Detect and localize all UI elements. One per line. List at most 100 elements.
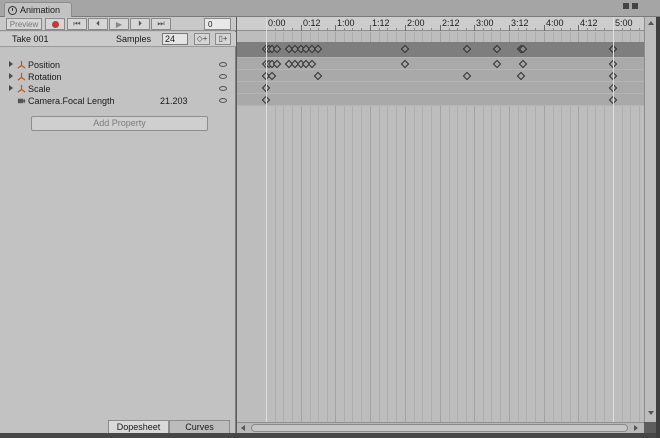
add-event-button[interactable]: ▯+	[215, 33, 231, 45]
expand-arrow-icon[interactable]	[9, 61, 13, 67]
record-icon	[51, 20, 59, 28]
property-row-scale[interactable]: Scale	[0, 83, 236, 95]
samples-field[interactable]: 24	[162, 33, 188, 45]
ruler-minor-tick	[622, 28, 623, 31]
playhead-line[interactable]	[266, 17, 267, 422]
clock-icon	[8, 5, 17, 15]
ruler-tick	[509, 25, 510, 31]
ruler-label: 1:12	[372, 18, 390, 28]
skip-end-icon: ⏭	[157, 19, 165, 28]
keyframe-diamond[interactable]	[272, 59, 282, 69]
focal-length-keyframe-row[interactable]	[237, 94, 644, 106]
last-key-button[interactable]: ⏭	[151, 18, 171, 30]
ruler-minor-tick	[553, 28, 554, 31]
toggle-visibility-icon[interactable]	[219, 62, 227, 67]
tab-animation-label: Animation	[20, 5, 61, 15]
first-key-button[interactable]: ⏮	[67, 18, 87, 30]
ruler-tick	[440, 25, 441, 31]
keyframe-diamond[interactable]	[400, 44, 410, 54]
ruler-tick	[578, 25, 579, 31]
ruler-minor-tick	[283, 28, 284, 31]
samples-label: Samples	[116, 34, 152, 44]
transform-icon	[17, 72, 26, 81]
time-ruler[interactable]: 0:00 0:12 1:00 1:12 2:00 2:12 3:00 3:12 4:00 4:12…	[237, 17, 644, 31]
keyframe-diamond[interactable]	[272, 44, 282, 54]
ruler-minor-tick	[491, 28, 492, 31]
expand-arrow-icon[interactable]	[9, 85, 13, 91]
tab-dopesheet[interactable]: Dopesheet	[108, 420, 169, 434]
scroll-down-icon[interactable]	[648, 411, 654, 415]
ruler-tick	[301, 25, 302, 31]
keyframe-diamond[interactable]	[516, 71, 525, 81]
ruler-minor-tick	[396, 28, 397, 31]
tab-curves[interactable]: Curves	[169, 420, 230, 434]
window-edge	[0, 433, 656, 438]
frame-field[interactable]: 0	[204, 18, 231, 30]
keyframe-diamond[interactable]	[313, 44, 323, 54]
ruler-minor-tick	[570, 28, 571, 31]
rotation-keyframe-row[interactable]	[237, 70, 644, 82]
ruler-minor-tick	[414, 28, 415, 31]
preview-button[interactable]: Preview	[6, 18, 42, 30]
transform-icon	[17, 84, 26, 93]
next-key-button[interactable]: ⏵	[130, 18, 150, 30]
play-icon: ▶	[115, 19, 123, 29]
ruler-minor-tick	[318, 28, 319, 31]
toggle-visibility-icon[interactable]	[219, 74, 227, 79]
keyframe-diamond[interactable]	[400, 59, 410, 69]
step-back-icon: ⏴	[96, 19, 100, 28]
horizontal-scroll-thumb[interactable]	[251, 424, 628, 432]
property-name: Position	[28, 60, 61, 70]
toggle-visibility-icon[interactable]	[219, 98, 227, 103]
ruler-label: 0:00	[268, 18, 286, 28]
toggle-visibility-icon[interactable]	[219, 86, 227, 91]
ruler-minor-tick	[518, 28, 519, 31]
scroll-right-icon[interactable]	[634, 425, 638, 431]
position-keyframe-row[interactable]	[237, 58, 644, 70]
keyframe-diamond[interactable]	[267, 71, 276, 81]
add-event-icon: ▯+	[218, 34, 228, 43]
property-row-focal-length[interactable]: Camera.Focal Length 21.203	[0, 95, 236, 107]
ruler-label: 0:12	[303, 18, 321, 28]
property-name: Camera.Focal Length	[28, 96, 115, 106]
ruler-minor-tick	[639, 28, 640, 31]
property-panel: Preview ⏮ ⏴ ▶ ⏵ ⏭ 0 Take 001 Samples 24 …	[0, 17, 236, 438]
keyframe-diamond[interactable]	[492, 59, 502, 69]
summary-row[interactable]	[237, 42, 644, 58]
property-row-rotation[interactable]: Rotation	[0, 71, 236, 83]
menu-icon[interactable]	[632, 3, 638, 9]
ruler-label: 4:00	[546, 18, 564, 28]
expand-arrow-icon[interactable]	[9, 73, 13, 79]
scroll-up-icon[interactable]	[648, 21, 654, 25]
ruler-minor-tick	[352, 28, 353, 31]
keyframe-diamond[interactable]	[492, 44, 502, 54]
ruler-minor-tick	[449, 28, 450, 31]
keyframe-diamond[interactable]	[463, 71, 472, 81]
tab-animation[interactable]: Animation	[4, 2, 72, 17]
window-controls	[623, 3, 638, 9]
prev-key-button[interactable]: ⏴	[88, 18, 108, 30]
property-row-position[interactable]: Position	[0, 59, 236, 71]
keyframe-diamond[interactable]	[519, 59, 528, 69]
horizontal-scrollbar[interactable]	[237, 422, 644, 433]
ruler-minor-tick	[526, 28, 527, 31]
dopesheet-area[interactable]: 0:00 0:12 1:00 1:12 2:00 2:12 3:00 3:12 4:00 4:12…	[237, 17, 644, 438]
ruler-minor-tick	[457, 28, 458, 31]
lock-icon[interactable]	[623, 3, 629, 9]
property-value[interactable]: 21.203	[160, 96, 188, 106]
play-button[interactable]: ▶	[109, 18, 129, 30]
scroll-left-icon[interactable]	[241, 425, 245, 431]
keyframe-diamond[interactable]	[313, 71, 323, 81]
ruler-tick	[474, 25, 475, 31]
add-property-button[interactable]: Add Property	[31, 116, 208, 131]
keyframe-diamond[interactable]	[308, 59, 317, 69]
record-button[interactable]	[45, 18, 65, 30]
clip-selector[interactable]: Take 001	[12, 34, 49, 44]
keyframe-diamond[interactable]	[463, 44, 472, 54]
ruler-tick	[544, 25, 545, 31]
vertical-scrollbar[interactable]	[644, 17, 656, 422]
scale-keyframe-row[interactable]	[237, 82, 644, 94]
tab-strip: Animation	[0, 0, 660, 17]
transform-icon	[17, 60, 26, 69]
add-keyframe-button[interactable]: ◇+	[194, 33, 210, 45]
